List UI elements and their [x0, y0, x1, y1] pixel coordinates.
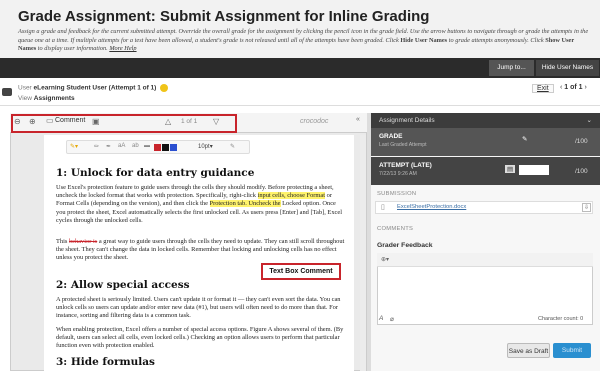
jump-to-button[interactable]: Jump to...: [489, 60, 534, 76]
text-box-comment[interactable]: Text Box Comment: [261, 263, 341, 280]
attempt-grade-input[interactable]: [519, 165, 549, 175]
download-icon[interactable]: ⇩: [582, 203, 592, 212]
doc-heading-1: 1: Unlock for data entry guidance: [56, 167, 255, 179]
attach-icon[interactable]: ⌀: [390, 315, 394, 323]
pencil-edit-icon[interactable]: ✎: [522, 135, 527, 143]
more-help-link[interactable]: More Help: [109, 45, 136, 52]
pencil-icon[interactable]: ✏: [94, 143, 99, 150]
panel-header[interactable]: Assignment Details ⌄: [371, 113, 600, 128]
view-line: View Assignments: [18, 95, 75, 102]
text-icon[interactable]: aA: [118, 143, 125, 149]
doc-paragraph-2: This behavior is a great way to guide us…: [56, 238, 346, 263]
panel-header-label: Assignment Details: [379, 117, 435, 124]
highlight-1[interactable]: input cells, choose Format: [257, 192, 326, 200]
collapse-icon[interactable]: «: [356, 116, 360, 123]
attempt-files-icon[interactable]: ▤: [505, 165, 516, 173]
doc-paragraph-3: A protected sheet is seriously limited. …: [56, 296, 341, 320]
page-title: Grade Assignment: Submit Assignment for …: [18, 8, 430, 25]
user-name: eLearning Student User (Attempt 1 of 1): [33, 84, 157, 92]
para2-b: a great way to guide users through the c…: [56, 238, 345, 262]
line-icon[interactable]: ▬: [144, 143, 150, 149]
color-black-swatch[interactable]: [162, 144, 169, 151]
submit-button[interactable]: Submit: [553, 343, 591, 358]
page-description: Assign a grade and feedback for the curr…: [18, 28, 593, 54]
user-line: User eLearning Student User (Attempt 1 o…: [18, 84, 169, 92]
pen-icon[interactable]: ✒: [106, 143, 111, 150]
crocodoc-logo: crocodoc: [300, 118, 329, 125]
attempt-label: ATTEMPT (LATE): [379, 162, 432, 169]
doc-heading-2: 2: Allow special access: [56, 279, 190, 291]
format-menu-icon[interactable]: ⊕▾: [381, 256, 389, 263]
comments-heading: COMMENTS: [377, 226, 414, 232]
chevron-down-icon[interactable]: ⌄: [587, 113, 592, 128]
grade-score: /100: [575, 138, 588, 145]
grader-feedback-label: Grader Feedback: [377, 242, 433, 249]
attempt-navigator[interactable]: ‹ 1 of 1 ›: [560, 84, 587, 91]
strike-icon[interactable]: ab: [132, 143, 139, 149]
doc-paragraph-4: When enabling protection, Excel offers a…: [56, 326, 344, 350]
strikethrough-annotation[interactable]: behavior is: [69, 238, 97, 245]
exit-button[interactable]: Exit: [532, 84, 554, 93]
description-bold: Hide User Names: [400, 36, 448, 44]
divider: [0, 105, 600, 106]
color-red-swatch[interactable]: [154, 144, 161, 151]
grade-label: GRADE: [379, 133, 403, 140]
doc-heading-3: 3: Hide formulas: [56, 356, 155, 368]
font-size-value: 10pt: [198, 144, 210, 150]
hide-user-names-button[interactable]: Hide User Names: [536, 60, 599, 76]
eraser-icon[interactable]: ✎: [230, 143, 235, 150]
save-as-draft-button[interactable]: Save as Draft: [507, 343, 550, 358]
attempt-count: 1 of 1: [564, 84, 583, 91]
description-mid: to grade attempts anonymously. Click: [448, 36, 544, 44]
attempt-date: 7/22/13 9:26 AM: [379, 171, 417, 177]
editor-toolbar: [377, 253, 593, 267]
submission-heading: SUBMISSION: [377, 191, 417, 197]
submission-file-link[interactable]: ExcelSheetProtection.docx: [397, 204, 466, 210]
next-arrow-icon[interactable]: ›: [583, 84, 587, 91]
character-count: Character count: 0: [538, 316, 584, 322]
view-label: View: [18, 95, 32, 102]
spellcheck-icon[interactable]: A: [379, 315, 383, 322]
viewer-scrollbar[interactable]: [360, 135, 366, 371]
document-icon: ▯: [381, 204, 385, 211]
user-prefix: User: [18, 84, 32, 92]
para2-a: This: [56, 238, 68, 245]
user-status-icon[interactable]: [160, 84, 169, 92]
menu-toggle-icon[interactable]: [2, 88, 12, 96]
comment-style-icon[interactable]: ✎▾: [70, 143, 78, 150]
color-blue-swatch[interactable]: [170, 144, 177, 151]
doc-paragraph-1: Use Excel's protection feature to guide …: [56, 184, 346, 225]
attempt-score: /100: [575, 168, 588, 175]
view-value: Assignments: [33, 95, 75, 102]
toolbar-annotation-box: [11, 114, 237, 133]
description-end: to display user information.: [37, 45, 108, 53]
grade-sublabel: Last Graded Attempt: [379, 142, 427, 148]
highlight-2[interactable]: Protection tab. Uncheck the: [209, 200, 281, 208]
font-size-select[interactable]: 10pt▾: [198, 143, 213, 150]
